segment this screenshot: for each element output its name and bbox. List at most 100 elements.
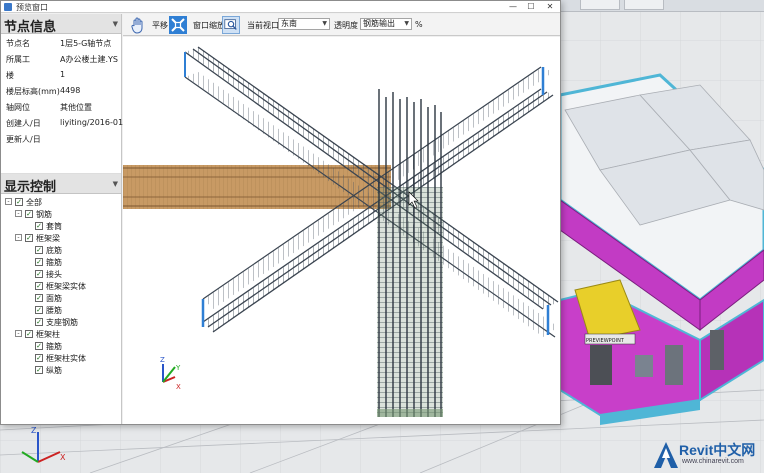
display-control-title: 显示控制 <box>4 180 57 195</box>
chevron-down-icon: ▼ <box>322 20 327 27</box>
prop-value: 1 <box>60 70 66 79</box>
tree-checkbox[interactable]: ✓ <box>35 366 43 374</box>
pan-label[interactable]: 平移 <box>152 20 168 31</box>
prop-value: 1层5-G轴节点 <box>60 39 112 48</box>
prop-row-updater: 更新人/日 <box>1 130 121 146</box>
tree-item-label: 钢筋 <box>36 210 52 219</box>
tree-checkbox[interactable]: ✓ <box>35 354 43 362</box>
background-ribbon <box>560 0 764 12</box>
tree-item-label: 底筋 <box>46 246 62 255</box>
prop-key: 楼层标高(mm) <box>6 87 60 96</box>
rebar-column <box>377 89 443 417</box>
svg-text:X: X <box>176 383 181 391</box>
tree-item-label: 支座钢筋 <box>46 318 78 327</box>
title-bar[interactable]: 预览窗口 — ☐ ✕ <box>1 1 560 13</box>
transparency-value: 钢筋输出 <box>363 19 395 28</box>
tree-expand-icon[interactable]: - <box>15 210 22 217</box>
tree-checkbox[interactable]: ✓ <box>35 282 43 290</box>
tree-item[interactable]: ✓ 箍筋 <box>1 256 121 268</box>
tree-expand-icon[interactable]: - <box>15 234 22 241</box>
tree-item[interactable]: ✓ 底筋 <box>1 244 121 256</box>
percent-label: % <box>415 20 423 29</box>
tree-item-label: 腰筋 <box>46 306 62 315</box>
prop-key: 更新人/日 <box>6 135 41 144</box>
current-view-value: 东南 <box>281 19 297 28</box>
window-zoom-label[interactable]: 窗口缩放 <box>193 20 225 31</box>
tree-checkbox[interactable]: ✓ <box>25 234 33 242</box>
background-tab[interactable] <box>580 0 620 10</box>
tree-checkbox[interactable]: ✓ <box>35 222 43 230</box>
display-control-header[interactable]: 显示控制 ▼ <box>1 174 121 195</box>
tree-item[interactable]: - ✓ 钢筋 <box>1 208 121 220</box>
svg-text:Y: Y <box>175 364 181 372</box>
prop-key: 轴网位 <box>6 103 30 112</box>
tree-expand-icon[interactable]: - <box>15 330 22 337</box>
left-panel: 节点信息 ▼ 节点名 1层5-G轴节点 所属工 A办公楼土建.YS 楼 1 楼层… <box>1 14 136 424</box>
prop-row-node-name: 节点名 1层5-G轴节点 <box>1 34 121 50</box>
tree-checkbox[interactable]: ✓ <box>15 198 23 206</box>
tree-item[interactable]: ✓ 接头 <box>1 268 121 280</box>
tree-item[interactable]: ✓ 腰筋 <box>1 304 121 316</box>
tree-checkbox[interactable]: ✓ <box>35 306 43 314</box>
tree-checkbox[interactable]: ✓ <box>35 294 43 302</box>
tree-item-label: 套筒 <box>46 222 62 231</box>
svg-text:Z: Z <box>31 426 37 435</box>
current-view-select[interactable]: 东南 ▼ <box>278 18 330 30</box>
app-icon <box>4 3 12 11</box>
tree-item[interactable]: ✓ 纵筋 <box>1 364 121 376</box>
tree-checkbox[interactable]: ✓ <box>35 258 43 266</box>
close-button[interactable]: ✕ <box>541 1 559 12</box>
minimize-button[interactable]: — <box>504 1 522 12</box>
tree-expand-icon[interactable]: - <box>5 198 12 205</box>
tree-item-label: 框架梁实体 <box>46 282 86 291</box>
collapse-arrow-icon[interactable]: ▼ <box>113 180 118 188</box>
node-info-header[interactable]: 节点信息 ▼ <box>1 14 121 35</box>
tree-checkbox[interactable]: ✓ <box>35 270 43 278</box>
tree-item[interactable]: ✓ 框架柱实体 <box>1 352 121 364</box>
watermark-site: www.chinarevit.com <box>682 458 744 465</box>
prop-key: 创建人/日 <box>6 119 41 128</box>
background-tab[interactable] <box>624 0 664 10</box>
revit-watermark: Revit中文网 www.chinarevit.com <box>652 440 762 470</box>
tree-item[interactable]: ✓ 套筒 <box>1 220 121 232</box>
prop-row-project: 所属工 A办公楼土建.YS <box>1 50 121 66</box>
tree-checkbox[interactable]: ✓ <box>25 330 33 338</box>
tree-item-label: 框架柱实体 <box>46 354 86 363</box>
zoom-fit-icon[interactable] <box>222 16 240 34</box>
transparency-select[interactable]: 钢筋输出 ▼ <box>360 18 412 30</box>
tree-item-label: 箍筋 <box>46 342 62 351</box>
prop-value: 其他位置 <box>60 103 92 112</box>
tree-item[interactable]: ✓ 支座钢筋 <box>1 316 121 328</box>
display-tree: - ✓ 全部 - ✓ 钢筋 ✓ 套筒 - ✓ 框架梁 ✓ 底筋 ✓ 箍筋 ✓ 接头 ✓ 框架梁实体 ✓ 面筋 ✓ 腰筋 ✓ 支座… <box>1 194 121 376</box>
tree-checkbox[interactable]: ✓ <box>35 318 43 326</box>
revit-logo-icon <box>654 442 678 468</box>
tree-item-label: 面筋 <box>46 294 62 303</box>
axis-triad: Z Y X <box>160 356 181 391</box>
tree-item[interactable]: - ✓ 框架梁 <box>1 232 121 244</box>
prop-row-axis-position: 轴网位 其他位置 <box>1 98 121 114</box>
prop-value: 4498 <box>60 86 81 95</box>
window-zoom-icon[interactable] <box>169 16 187 34</box>
tree-item[interactable]: ✓ 框架梁实体 <box>1 280 121 292</box>
prop-key: 楼 <box>6 71 14 80</box>
collapse-arrow-icon[interactable]: ▼ <box>113 20 118 28</box>
prop-value: A办公楼土建.YS <box>60 55 118 64</box>
tree-item-label: 框架梁 <box>36 234 60 243</box>
svg-text:X: X <box>60 453 66 462</box>
pan-hand-icon[interactable] <box>129 16 147 34</box>
model-tag: PREVIEWPOINT <box>586 338 625 344</box>
tree-item[interactable]: - ✓ 全部 <box>1 196 121 208</box>
prop-key: 节点名 <box>6 39 30 48</box>
tree-item-label: 框架柱 <box>36 330 60 339</box>
maximize-button[interactable]: ☐ <box>522 1 540 12</box>
tree-checkbox[interactable]: ✓ <box>35 342 43 350</box>
prop-row-floor: 楼 1 <box>1 66 121 82</box>
tree-item[interactable]: - ✓ 框架柱 <box>1 328 121 340</box>
3d-viewport[interactable]: Z Y X <box>123 37 560 424</box>
tree-item[interactable]: ✓ 面筋 <box>1 292 121 304</box>
tree-checkbox[interactable]: ✓ <box>35 246 43 254</box>
tree-item[interactable]: ✓ 箍筋 <box>1 340 121 352</box>
tree-checkbox[interactable]: ✓ <box>25 210 33 218</box>
transparency-label: 透明度 <box>334 21 358 30</box>
watermark-brand: Revit中文网 <box>679 442 756 458</box>
